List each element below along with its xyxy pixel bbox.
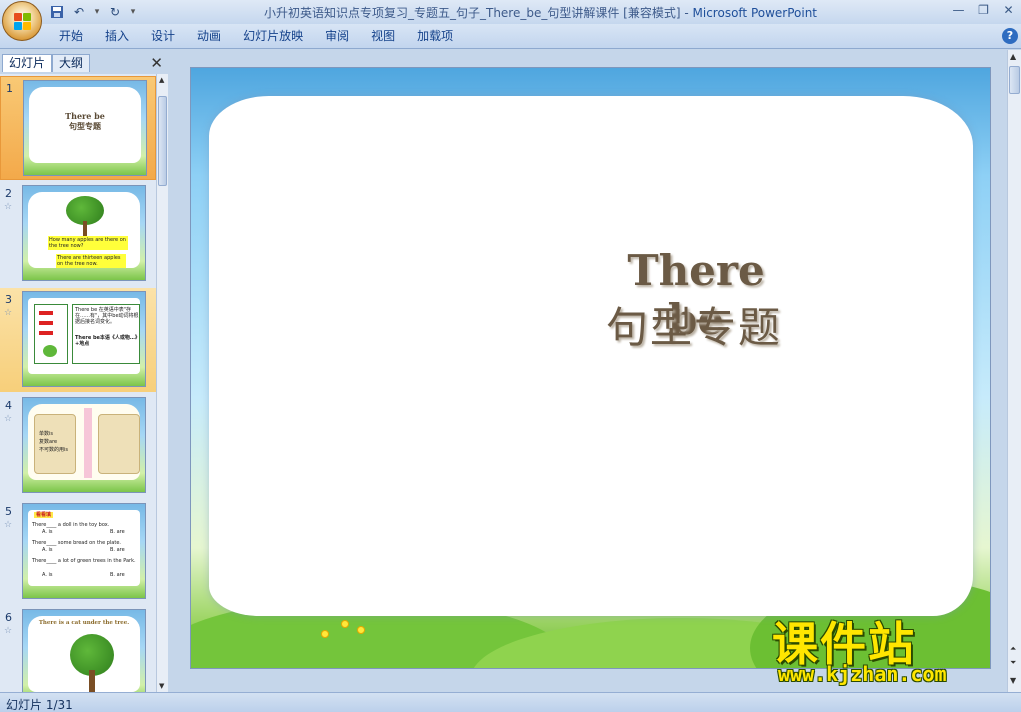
close-pane-icon[interactable]: ✕ [150, 54, 163, 72]
flower-icon [341, 620, 349, 628]
help-icon[interactable]: ? [1002, 28, 1018, 44]
current-slide[interactable]: There be 句型专题 [190, 67, 991, 669]
slide-thumb-5[interactable]: 5 ☆ 看看填 There____ a doll in the toy box.… [0, 500, 156, 604]
thumb-preview: There is a cat under the tree. [22, 609, 146, 692]
animation-star-icon: ☆ [4, 520, 13, 530]
slide-editor: There be 句型专题 ▲ ⏶ ⏷ ▼ [168, 50, 1021, 692]
tab-outline[interactable]: 大纲 [52, 54, 91, 72]
thumb-preview: 看看填 There____ a doll in the toy box. A. … [22, 503, 146, 599]
thumb-text: A. is [42, 547, 53, 553]
scrollbar-thumb[interactable] [158, 96, 167, 186]
thumb-subtitle: 句型专题 [69, 121, 101, 131]
flower-icon [357, 626, 365, 634]
thumb-text: There be本语《人或物…》+地点 [75, 335, 138, 347]
thumb-left-panel [34, 304, 68, 364]
watermark-url: www.kjzhan.com [778, 662, 947, 686]
slide-number: 3 [5, 293, 12, 306]
slide-thumb-3[interactable]: 3 ☆ There be 在英语中表"存在……有"，其中be动词将根据后接名词变… [0, 288, 156, 392]
tab-view[interactable]: 视图 [360, 28, 406, 46]
thumb-text: B. are [110, 529, 125, 535]
animation-star-icon: ☆ [4, 202, 13, 212]
tab-insert[interactable]: 插入 [94, 28, 140, 46]
scroll-down-icon[interactable]: ▼ [159, 682, 164, 690]
animation-star-icon: ☆ [4, 626, 13, 636]
thumb-preview: There be 在英语中表"存在……有"，其中be动词将根据后接名词变化。 T… [22, 291, 146, 387]
slides-pane: 幻灯片 大纲 ✕ 1 There be 句型专题 2 ☆ How many ap… [0, 50, 168, 692]
thumb-preview: There be 句型专题 [23, 80, 147, 176]
office-logo-icon [14, 13, 32, 31]
thumb-question: How many apples are there on the tree no… [48, 236, 128, 250]
tab-home[interactable]: 开始 [48, 28, 94, 46]
editor-scrollbar[interactable]: ▲ ⏶ ⏷ ▼ [1007, 50, 1021, 692]
restore-button[interactable]: ❐ [971, 0, 996, 20]
slide-counter: 幻灯片 1/31 [6, 698, 73, 712]
title-bar: ↶ ▾ ↻ ▾ 小升初英语知识点专项复习_专题五_句子_There_be_句型讲… [0, 0, 1021, 24]
scroll-up-icon[interactable]: ▲ [159, 76, 164, 84]
slide-thumb-4[interactable]: 4 ☆ 单数is 复数are 不可数的用is [0, 394, 156, 498]
next-slide-icon[interactable]: ⏷ [1010, 658, 1016, 668]
thumb-preview: 单数is 复数are 不可数的用is [22, 397, 146, 493]
thumb-text: A. is [42, 572, 53, 578]
thumb-text: 单数is [39, 431, 53, 437]
tab-slides[interactable]: 幻灯片 [2, 54, 53, 72]
tab-addins[interactable]: 加载项 [406, 28, 464, 46]
minimize-button[interactable]: — [946, 0, 971, 20]
slide-number: 6 [5, 611, 12, 624]
status-bar: 幻灯片 1/31 [0, 692, 1021, 712]
thumb-title: There be [65, 111, 105, 121]
animation-star-icon: ☆ [4, 414, 13, 424]
thumb-text: There be 在英语中表"存在……有"，其中be动词将根据后接名词变化。 [75, 307, 139, 325]
thumb-text: B. are [110, 572, 125, 578]
thumb-text: B. are [110, 547, 125, 553]
slide-thumb-6[interactable]: 6 ☆ There is a cat under the tree. [0, 606, 156, 692]
flower-icon [321, 630, 329, 638]
ribbon: 开始 插入 设计 动画 幻灯片放映 审阅 视图 加载项 ? [0, 24, 1021, 49]
tab-review[interactable]: 审阅 [314, 28, 360, 46]
tree-image [66, 196, 104, 238]
thumb-title: There is a cat under the tree. [38, 620, 130, 626]
thumb-left-card: 单数is 复数are 不可数的用is [34, 414, 76, 474]
thumb-right-card [98, 414, 140, 474]
slide-thumb-2[interactable]: 2 ☆ How many apples are there on the tre… [0, 182, 156, 286]
thumb-right-panel: There be 在英语中表"存在……有"，其中be动词将根据后接名词变化。 T… [72, 304, 140, 364]
thumb-text: 不可数的用is [39, 447, 68, 453]
thumb-text: There____ a doll in the toy box. [32, 522, 110, 528]
office-button[interactable] [2, 1, 42, 41]
slide-number: 1 [6, 82, 13, 95]
window-title: 小升初英语知识点专项复习_专题五_句子_There_be_句型讲解课件 [兼容模… [263, 6, 818, 20]
slide-number: 2 [5, 187, 12, 200]
slide-number: 5 [5, 505, 12, 518]
previous-slide-icon[interactable]: ⏶ [1010, 644, 1016, 654]
slide-white-panel [209, 96, 973, 616]
slide-thumb-1[interactable]: 1 There be 句型专题 [0, 76, 156, 180]
slide-thumbnails: 1 There be 句型专题 2 ☆ How many apples are … [0, 74, 156, 692]
close-button[interactable]: ✕ [996, 0, 1021, 20]
tab-animations[interactable]: 动画 [186, 28, 232, 46]
thumb-answer: There are thirteen apples on the tree no… [56, 254, 126, 268]
thumb-header: 看看填 [34, 512, 54, 518]
tab-slideshow[interactable]: 幻灯片放映 [232, 28, 314, 46]
slide-number: 4 [5, 399, 12, 412]
thumb-text: A. is [42, 529, 53, 535]
thumb-text: There____ some bread on the plate. [32, 540, 121, 546]
thumbnails-scrollbar[interactable]: ▲ ▼ [156, 74, 168, 692]
tab-design[interactable]: 设计 [140, 28, 186, 46]
thumb-ribbon [84, 408, 92, 478]
animation-star-icon: ☆ [4, 308, 13, 318]
scroll-down-icon[interactable]: ▼ [1010, 676, 1016, 685]
slide-subtitle[interactable]: 句型专题 [589, 294, 799, 355]
scroll-up-icon[interactable]: ▲ [1010, 52, 1016, 61]
thumb-text: There____ a lot of green trees in the Pa… [32, 558, 136, 564]
thumb-text: 复数are [39, 439, 58, 445]
tree-image [70, 634, 114, 692]
scrollbar-thumb[interactable] [1009, 66, 1020, 94]
thumb-preview: How many apples are there on the tree no… [22, 185, 146, 281]
